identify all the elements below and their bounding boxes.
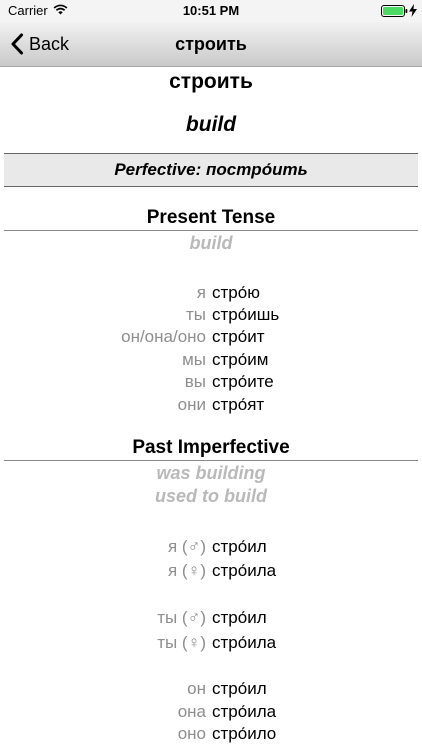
conjugation-row: мы стро́им [0, 350, 422, 372]
verb-translation: build [185, 113, 237, 136]
clock: 10:51 PM [182, 3, 240, 18]
battery-icon [381, 5, 408, 17]
pronoun-label: оно [177, 724, 206, 743]
pronoun-label: ты (♂) [157, 608, 206, 627]
verb-form: стро́ил [212, 537, 267, 556]
verb-form: стро́ят [212, 395, 265, 414]
conjugation-row: я стро́ю [0, 283, 422, 305]
pronoun-label: ты (♀) [157, 633, 206, 652]
pronoun-label: я (♂) [167, 537, 206, 556]
conjugation-row: вы стро́ите [0, 372, 422, 394]
verb-infinitive: строить [169, 70, 253, 93]
past-imperfective-header: Past Imperfective [132, 437, 290, 458]
pronoun-label: ты [185, 305, 206, 324]
conjugation-row: оно стро́ило [0, 724, 422, 746]
conjugation-row: ты (♀) стро́ила [0, 633, 422, 655]
verb-form: стро́ил [212, 608, 267, 627]
conjugation-row: я (♀) стро́ила [0, 561, 422, 583]
conjugation-row: он стро́ил [0, 679, 422, 701]
status-bar: Carrier 10:51 PM [0, 0, 422, 22]
conjugation-row: я (♂) стро́ил [0, 537, 422, 559]
conjugation-row: она стро́ила [0, 702, 422, 724]
verb-form: стро́ишь [212, 305, 280, 324]
verb-form: стро́ила [212, 633, 277, 652]
page-title: строить [175, 34, 247, 54]
pronoun-label: он/она/оно [121, 327, 206, 346]
past-imperfective-gloss: used to build [155, 486, 267, 506]
verb-form: стро́ю [212, 283, 260, 302]
present-tense-divider [4, 230, 418, 231]
verb-form: стро́ила [212, 561, 277, 580]
verb-form: стро́им [212, 350, 269, 369]
verb-form: стро́ила [212, 702, 277, 721]
conjugation-row: ты (♂) стро́ил [0, 608, 422, 630]
past-imperfective-gloss: was building [156, 463, 266, 483]
conjugation-row: они стро́ят [0, 395, 422, 417]
pronoun-label: они [177, 395, 206, 414]
conjugation-row: ты стро́ишь [0, 305, 422, 327]
past-imperfective-divider [4, 460, 418, 461]
navigation-bar: Back строить [0, 22, 422, 67]
present-tense-header: Present Tense [146, 207, 276, 228]
pronoun-label: я (♀) [167, 561, 206, 580]
present-tense-gloss: build [189, 233, 233, 253]
verb-form: стро́ил [212, 679, 267, 698]
conjugation-row: он/она/оно стро́ит [0, 327, 422, 349]
verb-form: стро́ило [212, 724, 277, 743]
pronoun-label: он [187, 679, 206, 698]
aspect-pair-banner[interactable]: Perfective: постро́ить [4, 153, 418, 187]
pronoun-label: она [177, 702, 206, 721]
pronoun-label: я [196, 283, 206, 302]
verb-form: стро́ите [212, 372, 274, 391]
pronoun-label: вы [184, 372, 206, 391]
verb-form: стро́ит [212, 327, 265, 346]
charging-bolt-icon [409, 4, 417, 17]
pronoun-label: мы [182, 350, 206, 369]
